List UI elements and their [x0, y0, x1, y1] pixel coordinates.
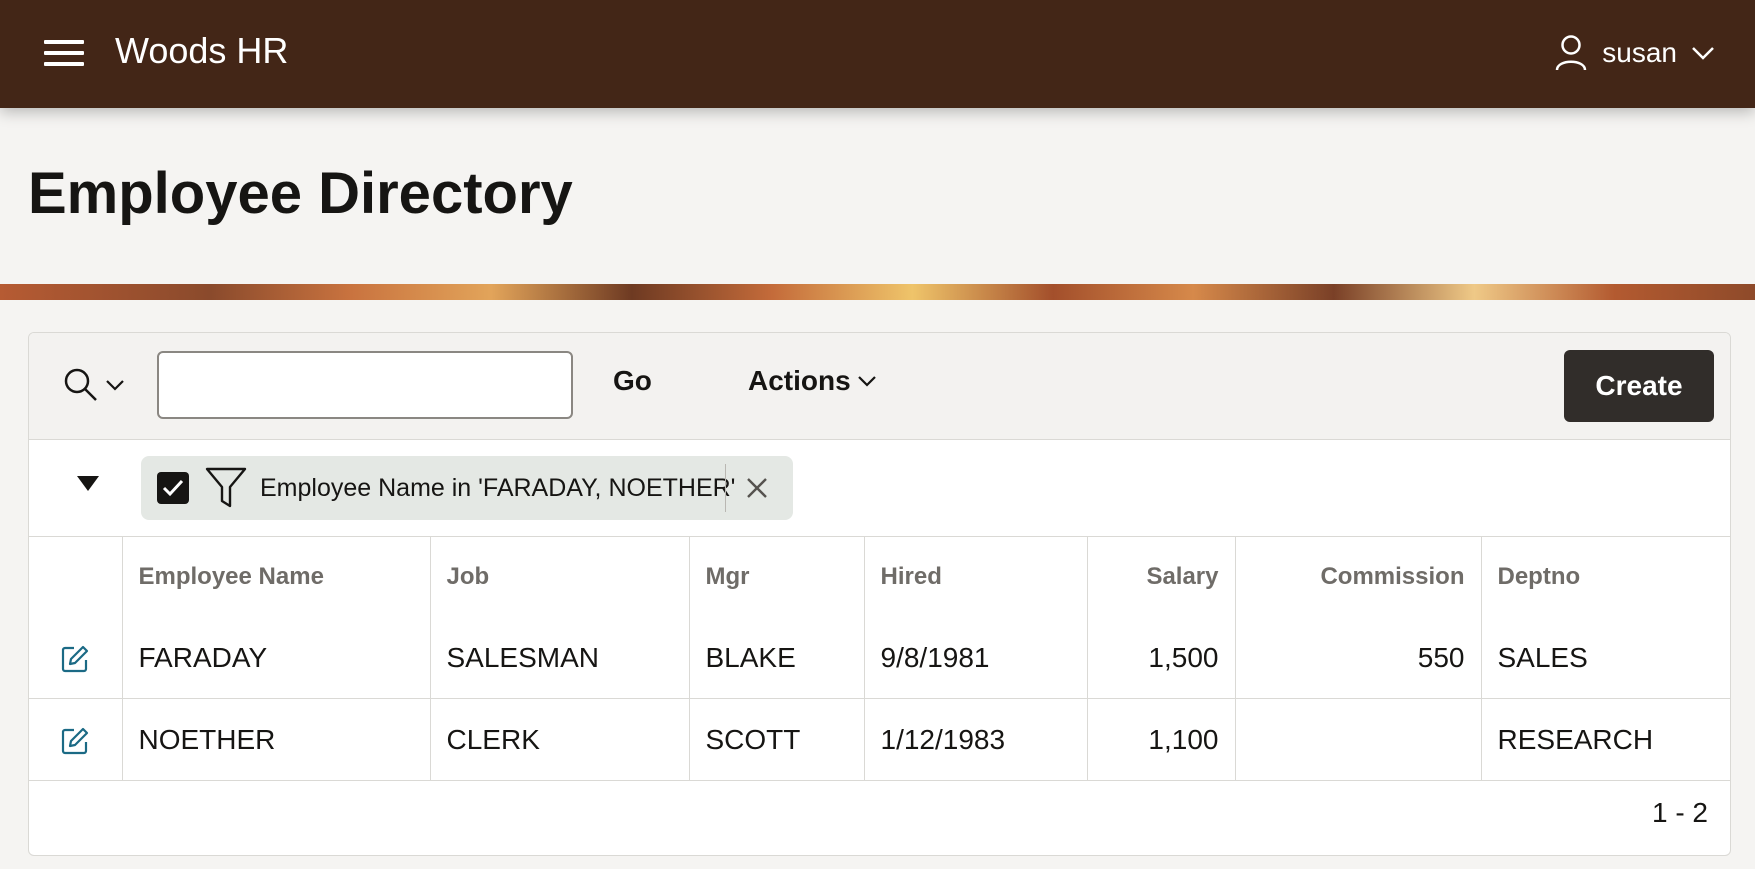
actions-label: Actions	[748, 365, 851, 396]
search-column-selector[interactable]	[63, 367, 125, 403]
mgr-cell: SCOTT	[689, 698, 865, 781]
top-navigation-bar: Woods HR susan	[0, 0, 1755, 108]
funnel-icon	[205, 467, 247, 508]
edit-cell	[29, 698, 123, 781]
employee-table: Employee Name Job Mgr Hired Salary Commi…	[29, 537, 1730, 781]
edit-icon[interactable]	[60, 644, 90, 674]
commission-cell: 550	[1235, 617, 1482, 699]
edit-cell	[29, 617, 123, 699]
collapse-filters-icon[interactable]	[77, 476, 99, 491]
column-header-hired[interactable]: Hired	[864, 537, 1088, 617]
interactive-report: Go Actions Create Employee Name in 'FARA…	[28, 332, 1731, 856]
edit-icon[interactable]	[60, 726, 90, 756]
column-header-job[interactable]: Job	[430, 537, 690, 617]
username: susan	[1602, 37, 1677, 68]
page-title: Employee Directory	[28, 161, 573, 226]
search-icon	[64, 368, 97, 401]
pagination-range: 1 - 2	[1651, 797, 1708, 828]
column-header-salary[interactable]: Salary	[1087, 537, 1236, 617]
decorative-banner	[0, 284, 1755, 300]
table-header-row: Employee Name Job Mgr Hired Salary Commi…	[29, 537, 1730, 617]
filter-description[interactable]: Employee Name in 'FARADAY, NOETHER'	[260, 474, 735, 503]
actions-menu-button[interactable]: Actions	[748, 365, 877, 397]
deptno-cell: SALES	[1481, 617, 1730, 699]
column-header-commission[interactable]: Commission	[1235, 537, 1482, 617]
column-header-edit	[29, 537, 123, 617]
report-toolbar: Go Actions Create	[29, 333, 1730, 440]
hamburger-menu-icon[interactable]	[40, 36, 88, 70]
hired-cell: 9/8/1981	[864, 617, 1088, 699]
chevron-down-icon	[857, 376, 876, 387]
table-row: NOETHER CLERK SCOTT 1/12/1983 1,100 RESE…	[29, 698, 1730, 781]
salary-cell: 1,500	[1087, 617, 1236, 699]
column-header-employee-name[interactable]: Employee Name	[122, 537, 431, 617]
create-button[interactable]: Create	[1564, 350, 1714, 422]
filter-chip: Employee Name in 'FARADAY, NOETHER'	[141, 456, 793, 520]
check-icon	[162, 479, 184, 497]
chip-divider	[725, 464, 726, 512]
table-row: FARADAY SALESMAN BLAKE 9/8/1981 1,500 55…	[29, 617, 1730, 699]
salary-cell: 1,100	[1087, 698, 1236, 781]
search-input[interactable]	[157, 351, 573, 419]
commission-cell	[1235, 698, 1482, 781]
employee-name-cell: NOETHER	[122, 698, 431, 781]
mgr-cell: BLAKE	[689, 617, 865, 699]
chevron-down-icon	[1692, 47, 1714, 60]
deptno-cell: RESEARCH	[1481, 698, 1730, 781]
employee-name-cell: FARADAY	[122, 617, 431, 699]
go-button[interactable]: Go	[613, 365, 652, 397]
column-header-mgr[interactable]: Mgr	[689, 537, 865, 617]
app-title[interactable]: Woods HR	[115, 30, 288, 72]
user-menu[interactable]: susan	[1554, 30, 1715, 76]
chevron-down-icon	[106, 380, 124, 391]
filter-bar: Employee Name in 'FARADAY, NOETHER'	[29, 440, 1730, 537]
job-cell: SALESMAN	[430, 617, 690, 699]
hired-cell: 1/12/1983	[864, 698, 1088, 781]
column-header-deptno[interactable]: Deptno	[1481, 537, 1730, 617]
job-cell: CLERK	[430, 698, 690, 781]
close-icon[interactable]	[739, 470, 775, 506]
filter-enable-checkbox[interactable]	[157, 472, 189, 504]
user-icon	[1556, 35, 1587, 71]
